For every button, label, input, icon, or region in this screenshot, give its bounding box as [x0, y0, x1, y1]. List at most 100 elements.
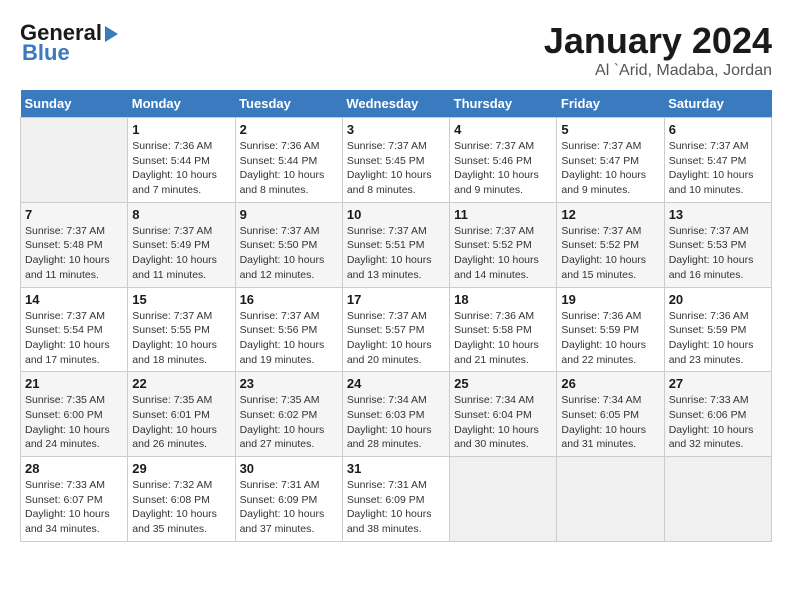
day-info: Sunrise: 7:37 AM Sunset: 5:54 PM Dayligh…: [25, 309, 123, 368]
day-cell: 30 Sunrise: 7:31 AM Sunset: 6:09 PM Dayli…: [235, 457, 342, 542]
day-cell: 12 Sunrise: 7:37 AM Sunset: 5:52 PM Dayli…: [557, 202, 664, 287]
day-info: Sunrise: 7:31 AM Sunset: 6:09 PM Dayligh…: [347, 478, 445, 537]
day-number: 23: [240, 376, 338, 391]
day-info: Sunrise: 7:35 AM Sunset: 6:01 PM Dayligh…: [132, 393, 230, 452]
day-cell: 9Sunrise: 7:37 AM Sunset: 5:50 PM Daylig…: [235, 202, 342, 287]
col-header-wednesday: Wednesday: [342, 90, 449, 118]
day-info: Sunrise: 7:31 AM Sunset: 6:09 PM Dayligh…: [240, 478, 338, 537]
week-row-4: 21 Sunrise: 7:35 AM Sunset: 6:00 PM Dayli…: [21, 372, 772, 457]
day-number: 27: [669, 376, 767, 391]
day-number: 24: [347, 376, 445, 391]
day-number: 29: [132, 461, 230, 476]
day-cell: 26 Sunrise: 7:34 AM Sunset: 6:05 PM Dayli…: [557, 372, 664, 457]
day-number: 14: [25, 292, 123, 307]
day-info: Sunrise: 7:35 AM Sunset: 6:00 PM Dayligh…: [25, 393, 123, 452]
day-cell: 20 Sunrise: 7:36 AM Sunset: 5:59 PM Dayli…: [664, 287, 771, 372]
day-cell: 2Sunrise: 7:36 AM Sunset: 5:44 PM Daylig…: [235, 118, 342, 203]
day-cell: 3 Sunrise: 7:37 AM Sunset: 5:45 PM Daylig…: [342, 118, 449, 203]
day-number: 19: [561, 292, 659, 307]
day-cell: 8 Sunrise: 7:37 AM Sunset: 5:49 PM Daylig…: [128, 202, 235, 287]
day-cell: 28 Sunrise: 7:33 AM Sunset: 6:07 PM Dayli…: [21, 457, 128, 542]
day-info: Sunrise: 7:36 AM Sunset: 5:44 PM Dayligh…: [132, 139, 230, 198]
day-number: 7: [25, 207, 123, 222]
col-header-thursday: Thursday: [450, 90, 557, 118]
day-info: Sunrise: 7:37 AM Sunset: 5:47 PM Dayligh…: [561, 139, 659, 198]
col-header-monday: Monday: [128, 90, 235, 118]
day-cell: 18 Sunrise: 7:36 AM Sunset: 5:58 PM Dayli…: [450, 287, 557, 372]
col-header-saturday: Saturday: [664, 90, 771, 118]
day-info: Sunrise: 7:37 AM Sunset: 5:52 PM Dayligh…: [561, 224, 659, 283]
day-cell: 7Sunrise: 7:37 AM Sunset: 5:48 PM Daylig…: [21, 202, 128, 287]
day-number: 18: [454, 292, 552, 307]
col-header-sunday: Sunday: [21, 90, 128, 118]
header-row: SundayMondayTuesdayWednesdayThursdayFrid…: [21, 90, 772, 118]
day-cell: 13 Sunrise: 7:37 AM Sunset: 5:53 PM Dayli…: [664, 202, 771, 287]
day-info: Sunrise: 7:36 AM Sunset: 5:44 PM Dayligh…: [240, 139, 338, 198]
day-cell: 24 Sunrise: 7:34 AM Sunset: 6:03 PM Dayli…: [342, 372, 449, 457]
day-info: Sunrise: 7:37 AM Sunset: 5:52 PM Dayligh…: [454, 224, 552, 283]
day-cell: 10 Sunrise: 7:37 AM Sunset: 5:51 PM Dayli…: [342, 202, 449, 287]
day-info: Sunrise: 7:37 AM Sunset: 5:57 PM Dayligh…: [347, 309, 445, 368]
day-info: Sunrise: 7:37 AM Sunset: 5:55 PM Dayligh…: [132, 309, 230, 368]
day-number: 17: [347, 292, 445, 307]
day-info: Sunrise: 7:34 AM Sunset: 6:03 PM Dayligh…: [347, 393, 445, 452]
day-info: Sunrise: 7:36 AM Sunset: 5:59 PM Dayligh…: [561, 309, 659, 368]
logo: General Blue: [20, 20, 118, 66]
day-cell: 1 Sunrise: 7:36 AM Sunset: 5:44 PM Daylig…: [128, 118, 235, 203]
day-number: 1: [132, 122, 230, 137]
day-info: Sunrise: 7:37 AM Sunset: 5:47 PM Dayligh…: [669, 139, 767, 198]
day-info: Sunrise: 7:37 AM Sunset: 5:46 PM Dayligh…: [454, 139, 552, 198]
page-header: General Blue January 2024 Al `Arid, Mada…: [20, 20, 772, 80]
day-number: 26: [561, 376, 659, 391]
day-info: Sunrise: 7:37 AM Sunset: 5:56 PM Dayligh…: [240, 309, 338, 368]
day-cell: 15 Sunrise: 7:37 AM Sunset: 5:55 PM Dayli…: [128, 287, 235, 372]
week-row-1: 1 Sunrise: 7:36 AM Sunset: 5:44 PM Daylig…: [21, 118, 772, 203]
col-header-friday: Friday: [557, 90, 664, 118]
day-info: Sunrise: 7:37 AM Sunset: 5:50 PM Dayligh…: [240, 224, 338, 283]
day-cell: 6 Sunrise: 7:37 AM Sunset: 5:47 PM Daylig…: [664, 118, 771, 203]
week-row-3: 14 Sunrise: 7:37 AM Sunset: 5:54 PM Dayli…: [21, 287, 772, 372]
day-number: 21: [25, 376, 123, 391]
week-row-5: 28 Sunrise: 7:33 AM Sunset: 6:07 PM Dayli…: [21, 457, 772, 542]
day-info: Sunrise: 7:37 AM Sunset: 5:49 PM Dayligh…: [132, 224, 230, 283]
day-number: 31: [347, 461, 445, 476]
day-info: Sunrise: 7:34 AM Sunset: 6:05 PM Dayligh…: [561, 393, 659, 452]
day-info: Sunrise: 7:37 AM Sunset: 5:51 PM Dayligh…: [347, 224, 445, 283]
day-number: 20: [669, 292, 767, 307]
day-cell: 25Sunrise: 7:34 AM Sunset: 6:04 PM Dayli…: [450, 372, 557, 457]
day-number: 22: [132, 376, 230, 391]
day-number: 28: [25, 461, 123, 476]
day-cell: 14 Sunrise: 7:37 AM Sunset: 5:54 PM Dayli…: [21, 287, 128, 372]
day-number: 8: [132, 207, 230, 222]
day-cell: 5 Sunrise: 7:37 AM Sunset: 5:47 PM Daylig…: [557, 118, 664, 203]
location-title: Al `Arid, Madaba, Jordan: [544, 62, 772, 80]
day-number: 13: [669, 207, 767, 222]
day-info: Sunrise: 7:33 AM Sunset: 6:06 PM Dayligh…: [669, 393, 767, 452]
day-cell: 22 Sunrise: 7:35 AM Sunset: 6:01 PM Dayli…: [128, 372, 235, 457]
day-cell: 4Sunrise: 7:37 AM Sunset: 5:46 PM Daylig…: [450, 118, 557, 203]
day-info: Sunrise: 7:33 AM Sunset: 6:07 PM Dayligh…: [25, 478, 123, 537]
day-info: Sunrise: 7:36 AM Sunset: 5:59 PM Dayligh…: [669, 309, 767, 368]
day-number: 10: [347, 207, 445, 222]
day-info: Sunrise: 7:34 AM Sunset: 6:04 PM Dayligh…: [454, 393, 552, 452]
day-number: 3: [347, 122, 445, 137]
day-cell: 19 Sunrise: 7:36 AM Sunset: 5:59 PM Dayli…: [557, 287, 664, 372]
day-number: 30: [240, 461, 338, 476]
day-cell: 11Sunrise: 7:37 AM Sunset: 5:52 PM Dayli…: [450, 202, 557, 287]
day-number: 15: [132, 292, 230, 307]
day-cell: 27 Sunrise: 7:33 AM Sunset: 6:06 PM Dayli…: [664, 372, 771, 457]
logo-blue: Blue: [22, 40, 70, 66]
day-cell: 21 Sunrise: 7:35 AM Sunset: 6:00 PM Dayli…: [21, 372, 128, 457]
calendar-table: SundayMondayTuesdayWednesdayThursdayFrid…: [20, 90, 772, 542]
col-header-tuesday: Tuesday: [235, 90, 342, 118]
day-number: 16: [240, 292, 338, 307]
day-info: Sunrise: 7:37 AM Sunset: 5:45 PM Dayligh…: [347, 139, 445, 198]
day-cell: 16 Sunrise: 7:37 AM Sunset: 5:56 PM Dayli…: [235, 287, 342, 372]
day-info: Sunrise: 7:37 AM Sunset: 5:53 PM Dayligh…: [669, 224, 767, 283]
day-number: 5: [561, 122, 659, 137]
day-number: 12: [561, 207, 659, 222]
day-info: Sunrise: 7:36 AM Sunset: 5:58 PM Dayligh…: [454, 309, 552, 368]
day-number: 6: [669, 122, 767, 137]
week-row-2: 7Sunrise: 7:37 AM Sunset: 5:48 PM Daylig…: [21, 202, 772, 287]
day-info: Sunrise: 7:32 AM Sunset: 6:08 PM Dayligh…: [132, 478, 230, 537]
